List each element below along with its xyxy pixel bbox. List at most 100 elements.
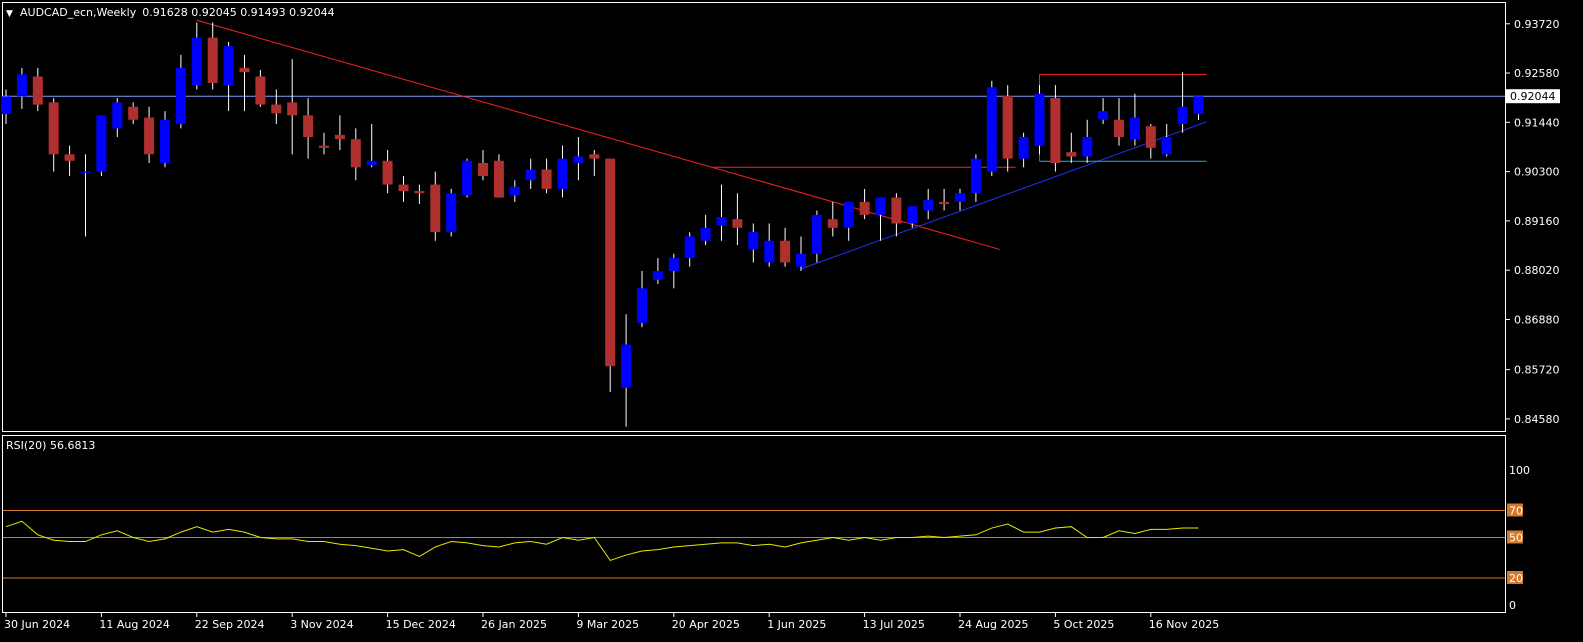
candle-bull xyxy=(1034,93,1045,146)
time-tick-label: 26 Jan 2025 xyxy=(481,618,547,631)
candle-bull xyxy=(366,160,377,166)
candle-bull xyxy=(557,158,568,189)
current-price-label: 0.92044 xyxy=(1510,90,1556,103)
rsi-pane-frame xyxy=(2,435,1506,613)
candle-bear xyxy=(478,162,488,176)
time-tick-label: 9 Mar 2025 xyxy=(576,618,639,631)
candle-bear xyxy=(303,115,314,138)
candle-bull xyxy=(923,199,934,211)
time-tick-label: 1 Jun 2025 xyxy=(767,618,826,631)
candle-bear xyxy=(32,76,43,105)
header-arrow-icon[interactable]: ▼ xyxy=(6,9,13,19)
rsi-tick-label: 0 xyxy=(1509,599,1516,612)
candle-bear xyxy=(334,134,345,140)
candle-bear xyxy=(350,139,361,168)
time-tick-label: 24 Aug 2025 xyxy=(958,618,1028,631)
candle-bull xyxy=(970,158,981,194)
candle-bear xyxy=(287,102,298,116)
candle-bull xyxy=(1098,111,1109,120)
candle-bear xyxy=(255,76,266,105)
time-tick-label: 11 Aug 2024 xyxy=(99,618,169,631)
price-tick-label: 0.90300 xyxy=(1514,166,1560,179)
candle-bear xyxy=(827,219,838,228)
candle-bear xyxy=(1066,152,1077,157)
rsi-tick-label: 50 xyxy=(1509,532,1523,545)
rsi-label: RSI(20) 56.6813 xyxy=(6,439,95,452)
candle-bear xyxy=(541,169,552,189)
candle-bull xyxy=(175,67,186,125)
chart-area[interactable]: 0.93720 0.92580 0.91440 0.90300 0.89160 0.880… xyxy=(0,0,1583,642)
candle-bull xyxy=(191,37,202,86)
candle-bear xyxy=(1145,126,1156,148)
candle-bull xyxy=(907,206,918,224)
candle-bull xyxy=(160,119,170,163)
candle-bull xyxy=(96,115,107,172)
time-tick-label: 16 Nov 2025 xyxy=(1149,618,1219,631)
ohlc-label: 0.91628 0.92045 0.91493 0.92044 xyxy=(142,6,334,19)
candle-bear xyxy=(780,240,791,263)
candle-bull xyxy=(637,288,647,323)
candle-bull xyxy=(716,217,727,226)
candle-bull xyxy=(1161,137,1172,155)
candle-bull xyxy=(811,214,822,254)
price-tick-label: 0.92580 xyxy=(1514,67,1560,80)
candle-bull xyxy=(684,236,695,259)
downtrend-line xyxy=(196,19,1000,250)
candle-bull xyxy=(843,201,854,228)
rsi-line xyxy=(5,520,1199,562)
rsi-tick-label: 100 xyxy=(1509,464,1530,477)
price-tick-label: 0.91440 xyxy=(1514,116,1560,129)
candle-bear xyxy=(1002,95,1013,159)
rsi-tick-label: 20 xyxy=(1509,572,1523,585)
candle-bull xyxy=(986,87,997,172)
candle-bear xyxy=(1114,119,1124,138)
candle-bull xyxy=(462,160,473,196)
candle-bear xyxy=(414,191,425,194)
candle-bear xyxy=(605,158,616,367)
candle-bear xyxy=(271,104,282,114)
time-tick-label: 20 Apr 2025 xyxy=(672,618,740,631)
candle-bull xyxy=(1177,106,1188,125)
candle-bull xyxy=(652,271,663,280)
candle-bull xyxy=(875,197,886,215)
candle-bull xyxy=(223,46,234,86)
candle-bull xyxy=(700,227,711,241)
price-tick-label: 0.93720 xyxy=(1514,18,1560,31)
time-tick-label: 30 Jun 2024 xyxy=(4,618,70,631)
candle-bull xyxy=(1082,137,1093,157)
candle-bull xyxy=(525,169,536,181)
time-tick-label: 13 Jul 2025 xyxy=(863,618,925,631)
price-tick-label: 0.88020 xyxy=(1514,264,1560,277)
time-tick-label: 3 Nov 2024 xyxy=(290,618,353,631)
candle-bear xyxy=(207,37,218,83)
candle-bear xyxy=(319,145,329,148)
candle-bear xyxy=(1050,98,1061,163)
candle-bull xyxy=(668,258,679,272)
candle-bear xyxy=(144,117,155,155)
candle-bear xyxy=(128,106,139,120)
candle-bull xyxy=(446,193,457,233)
candle-bear xyxy=(48,102,59,155)
chart-header: AUDCAD_ecn,Weekly 0.91628 0.92045 0.91493… xyxy=(20,6,335,19)
candle-bear xyxy=(398,184,409,192)
candle-bull xyxy=(112,102,123,129)
candle-bear xyxy=(859,201,870,215)
candle-bull xyxy=(764,240,775,263)
price-tick-label: 0.85720 xyxy=(1514,364,1560,377)
candle-bear xyxy=(239,67,250,73)
candle-bear xyxy=(382,160,393,185)
candle-bear xyxy=(430,184,441,233)
symbol-label: AUDCAD_ecn,Weekly xyxy=(20,6,137,19)
candle-bull xyxy=(573,156,584,163)
time-tick-label: 22 Sep 2024 xyxy=(195,618,265,631)
candle-bull xyxy=(80,171,91,174)
candle-bear xyxy=(589,154,600,159)
candle-bull xyxy=(748,232,759,250)
price-tick-label: 0.84580 xyxy=(1514,413,1560,426)
candle-bull xyxy=(509,186,520,196)
candle-bear xyxy=(732,219,743,228)
price-tick-label: 0.86880 xyxy=(1514,313,1560,326)
time-tick-label: 15 Dec 2024 xyxy=(386,618,456,631)
candle-bull xyxy=(16,74,27,97)
price-tick-label: 0.89160 xyxy=(1514,215,1560,228)
